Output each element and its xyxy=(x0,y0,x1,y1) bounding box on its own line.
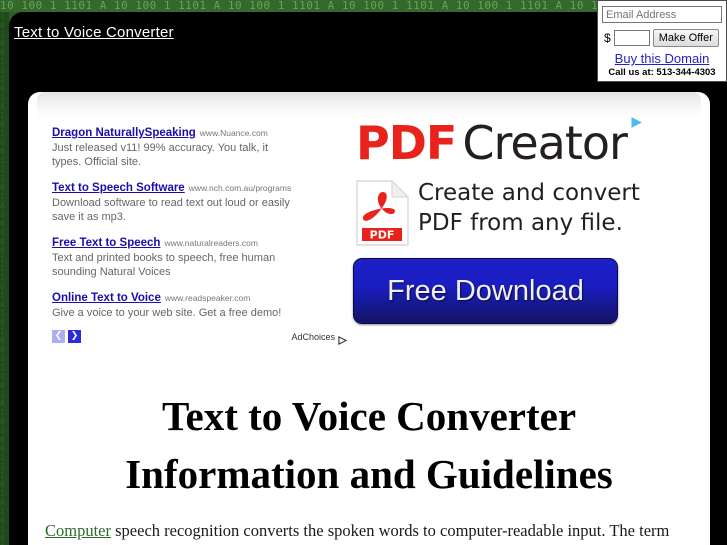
pdf-creator-banner[interactable]: PDF Creator PDF Create and convert PDF fr… xyxy=(352,106,643,349)
ad-title[interactable]: Free Text to Speech xyxy=(52,237,160,249)
ad-title[interactable]: Text to Speech Software xyxy=(52,182,185,194)
tagline-line-2: PDF from any file. xyxy=(418,210,623,236)
ad-url: www.readspeaker.com xyxy=(164,293,251,303)
ad-pagination: ❮ ❯ xyxy=(52,330,81,343)
ad-footer: ❮ ❯ AdChoices xyxy=(52,330,348,345)
site-title-link[interactable]: Text to Voice Converter xyxy=(14,24,174,41)
logo-word-pdf: PDF xyxy=(356,116,457,170)
adchoices-triangle-icon[interactable] xyxy=(631,115,643,128)
article-body-text: speech recognition converts the spoken w… xyxy=(45,521,670,545)
logo-word-creator: Creator xyxy=(462,116,628,170)
ad-title[interactable]: Online Text to Voice xyxy=(52,292,161,304)
banner-tagline: Create and convert PDF from any file. xyxy=(418,178,643,238)
computer-link[interactable]: Computer xyxy=(45,521,111,540)
article-body: Computer speech recognition converts the… xyxy=(45,519,700,545)
buy-this-domain-link[interactable]: Buy this Domain xyxy=(602,51,722,66)
previous-arrow-icon[interactable]: ❮ xyxy=(52,330,65,343)
ad-url: www.naturalreaders.com xyxy=(164,238,258,248)
ad-unit[interactable]: Dragon NaturallySpeaking www.Nuance.com J… xyxy=(52,123,352,169)
ad-description: Give a voice to your web site. Get a fre… xyxy=(52,307,282,319)
ad-url: www.nch.com.au/programs xyxy=(188,183,292,193)
domain-offer-box: $ Make Offer Buy this Domain Call us at:… xyxy=(597,0,727,82)
content-card: Dragon NaturallySpeaking www.Nuance.com J… xyxy=(28,92,710,545)
ad-unit[interactable]: Text to Speech Software www.nch.com.au/pr… xyxy=(52,178,352,224)
ad-description: Download software to read text out loud … xyxy=(52,197,290,223)
pdf-icon-label: PDF xyxy=(370,229,395,242)
call-us-text: Call us at: 513-344-4303 xyxy=(608,67,716,78)
page-title-line-2: Information and Guidelines xyxy=(125,451,613,497)
text-ads-block: Dragon NaturallySpeaking www.Nuance.com J… xyxy=(52,123,352,330)
free-download-label: Free Download xyxy=(387,274,584,307)
adchoices-label: AdChoices xyxy=(291,331,335,342)
ad-unit[interactable]: Online Text to Voice www.readspeaker.com … xyxy=(52,288,352,321)
ad-unit[interactable]: Free Text to Speech www.naturalreaders.co… xyxy=(52,233,352,279)
ad-url: www.Nuance.com xyxy=(199,128,268,138)
ad-description: Text and printed books to speech, free h… xyxy=(52,252,276,278)
adchoices-link[interactable]: AdChoices xyxy=(291,331,348,345)
next-arrow-icon[interactable]: ❯ xyxy=(68,330,81,343)
offer-row: $ Make Offer xyxy=(602,29,722,47)
page-title: Text to Voice Converter Information and … xyxy=(28,387,710,503)
price-input[interactable] xyxy=(613,30,650,46)
ad-description: Just released v11! 99% accuracy. You tal… xyxy=(52,142,269,168)
free-download-button[interactable]: Free Download xyxy=(353,258,618,324)
adchoices-triangle-icon xyxy=(338,332,348,345)
make-offer-button[interactable]: Make Offer xyxy=(652,29,719,47)
page-title-line-1: Text to Voice Converter xyxy=(161,393,577,439)
pdf-document-icon: PDF xyxy=(356,179,410,246)
pdf-creator-logo: PDF Creator xyxy=(356,116,628,170)
currency-symbol: $ xyxy=(604,31,611,45)
binary-pattern-left-strip: 1010011101A1010011101A1010011101A1010011… xyxy=(0,12,9,545)
ad-title[interactable]: Dragon NaturallySpeaking xyxy=(52,127,196,139)
email-field[interactable] xyxy=(602,6,722,23)
tagline-line-1: Create and convert xyxy=(418,180,640,206)
